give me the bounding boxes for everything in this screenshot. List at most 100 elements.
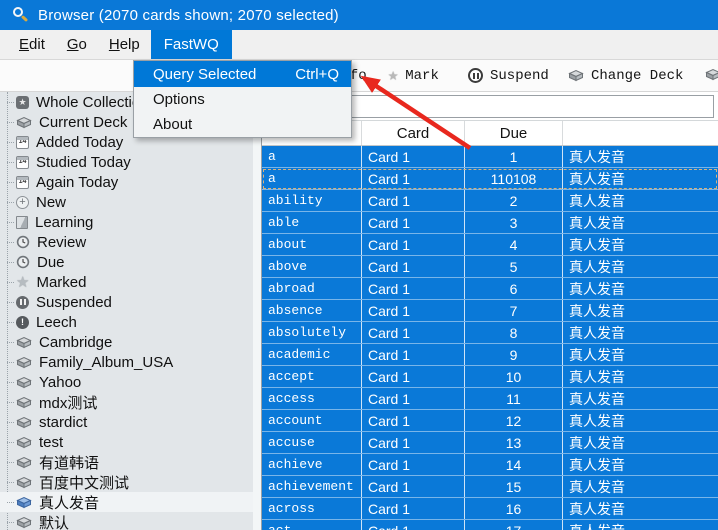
table-row[interactable]: absenceCard 17真人发音 (262, 300, 718, 322)
window-title: Browser (2070 cards shown; 2070 selected… (38, 7, 339, 24)
sidebar-item-test[interactable]: test (0, 432, 253, 452)
table-row[interactable]: aCard 1110108真人发音 (262, 168, 718, 190)
tree-stub (7, 402, 14, 403)
toolbar-button-suspend[interactable]: Suspend (468, 60, 549, 91)
table-row[interactable]: achievementCard 115真人发音 (262, 476, 718, 498)
sidebar-item-studied-today[interactable]: 14Studied Today (0, 152, 253, 172)
table-row[interactable]: abilityCard 12真人发音 (262, 190, 718, 212)
sidebar-item-cambridge[interactable]: Cambridge (0, 332, 253, 352)
table-row[interactable]: accuseCard 113真人发音 (262, 432, 718, 454)
sidebar-item-yahoo[interactable]: Yahoo (0, 372, 253, 392)
sidebar-item-默认[interactable]: 默认 (0, 512, 253, 530)
cell: act (262, 520, 362, 530)
tree-stub (7, 302, 14, 303)
sidebar-item-百度中文测试[interactable]: 百度中文测试 (0, 472, 253, 492)
cell: 真人发音 (563, 146, 718, 167)
cell: 真人发音 (563, 168, 718, 189)
cell: accuse (262, 432, 362, 453)
table-row[interactable]: accessCard 111真人发音 (262, 388, 718, 410)
table-row[interactable]: ableCard 13真人发音 (262, 212, 718, 234)
menu-item-label: Options (153, 91, 205, 108)
cell: Card 1 (362, 256, 465, 277)
table-row[interactable]: acceptCard 110真人发音 (262, 366, 718, 388)
sidebar-item-label: stardict (39, 414, 87, 431)
cell: Card 1 (362, 344, 465, 365)
tree-stub (7, 522, 14, 523)
cell: 7 (465, 300, 563, 321)
sidebar-item-真人发音[interactable]: 真人发音 (0, 492, 253, 512)
sidebar-item-marked[interactable]: ★Marked (0, 272, 253, 292)
cell: 17 (465, 520, 563, 530)
sidebar-item-review[interactable]: Review (0, 232, 253, 252)
toolbar-button-change-deck[interactable]: Change Deck (568, 60, 683, 91)
menubar-item-edit[interactable]: Edit (8, 30, 56, 59)
cell: 8 (465, 322, 563, 343)
cell: 14 (465, 454, 563, 475)
sidebar-item-leech[interactable]: !Leech (0, 312, 253, 332)
deck-icon (16, 115, 32, 130)
table-row[interactable]: aCard 11真人发音 (262, 146, 718, 168)
menubar-item-help[interactable]: Help (98, 30, 151, 59)
toolbar-label: Mark (405, 68, 439, 84)
cell: 真人发音 (563, 432, 718, 453)
column-header-Due[interactable]: Due (465, 121, 563, 145)
tree-stub (7, 162, 14, 163)
table-row[interactable]: aboveCard 15真人发音 (262, 256, 718, 278)
sidebar-item-family-album-usa[interactable]: Family_Album_USA (0, 352, 253, 372)
cell: Card 1 (362, 168, 465, 189)
menu-item-query-selected[interactable]: Query SelectedCtrl+Q (134, 61, 351, 87)
browser-window: Browser (2070 cards shown; 2070 selected… (0, 0, 718, 530)
column-header-Card[interactable]: Card (362, 121, 465, 145)
sidebar-item-label: Family_Album_USA (39, 354, 173, 371)
sidebar-item-suspended[interactable]: Suspended (0, 292, 253, 312)
plus-icon: + (16, 196, 29, 209)
sidebar-item-learning[interactable]: Learning (0, 212, 253, 232)
magnifier-icon (10, 6, 30, 24)
tree-stub (7, 442, 14, 443)
title-bar: Browser (2070 cards shown; 2070 selected… (0, 0, 718, 30)
menu-item-options[interactable]: Options (134, 87, 351, 112)
menubar-item-fastwq[interactable]: FastWQ (151, 30, 232, 59)
cell: 6 (465, 278, 563, 299)
cell: 真人发音 (563, 476, 718, 497)
menu-bar: EditGoHelpFastWQ (0, 30, 718, 60)
sidebar-item-有道韩语[interactable]: 有道韩语 (0, 452, 253, 472)
table-row[interactable]: academicCard 19真人发音 (262, 344, 718, 366)
sidebar-item-again-today[interactable]: 14Again Today (0, 172, 253, 192)
table-row[interactable]: achieveCard 114真人发音 (262, 454, 718, 476)
table-row[interactable]: absolutelyCard 18真人发音 (262, 322, 718, 344)
toolbar-button-mark[interactable]: ★Mark (388, 60, 439, 91)
table-row[interactable]: acrossCard 116真人发音 (262, 498, 718, 520)
sidebar-item-stardict[interactable]: stardict (0, 412, 253, 432)
sidebar-scrollbar[interactable] (253, 92, 261, 530)
table-row[interactable]: accountCard 112真人发音 (262, 410, 718, 432)
sidebar-item-label: 百度中文测试 (39, 472, 129, 493)
menubar-item-go[interactable]: Go (56, 30, 98, 59)
tree-stub (7, 422, 14, 423)
tree-stub (7, 262, 14, 263)
sidebar-item-label: Marked (36, 274, 86, 291)
sidebar-item-due[interactable]: Due (0, 252, 253, 272)
cell: 真人发音 (563, 322, 718, 343)
cell: Card 1 (362, 322, 465, 343)
deck-icon (16, 435, 32, 450)
sidebar-item-label: Suspended (36, 294, 112, 311)
cell: 2 (465, 190, 563, 211)
table-row[interactable]: abroadCard 16真人发音 (262, 278, 718, 300)
cell: absence (262, 300, 362, 321)
cell: 15 (465, 476, 563, 497)
toolbar-label: Suspend (490, 68, 549, 84)
table-row[interactable]: actCard 117真人发音 (262, 520, 718, 530)
table-row[interactable]: aboutCard 14真人发音 (262, 234, 718, 256)
menu-item-label: About (153, 116, 192, 133)
sidebar-item-new[interactable]: +New (0, 192, 253, 212)
menu-item-about[interactable]: About (134, 112, 351, 137)
cell: access (262, 388, 362, 409)
sidebar-item-mdx测试[interactable]: mdx测试 (0, 392, 253, 412)
cell: 3 (465, 212, 563, 233)
sidebar-item-label: Whole Collection (36, 94, 149, 111)
clipped-toolbar-icon[interactable] (705, 67, 718, 84)
deck-icon (16, 515, 32, 530)
cell: Card 1 (362, 520, 465, 530)
column-header-deck[interactable] (563, 121, 718, 145)
